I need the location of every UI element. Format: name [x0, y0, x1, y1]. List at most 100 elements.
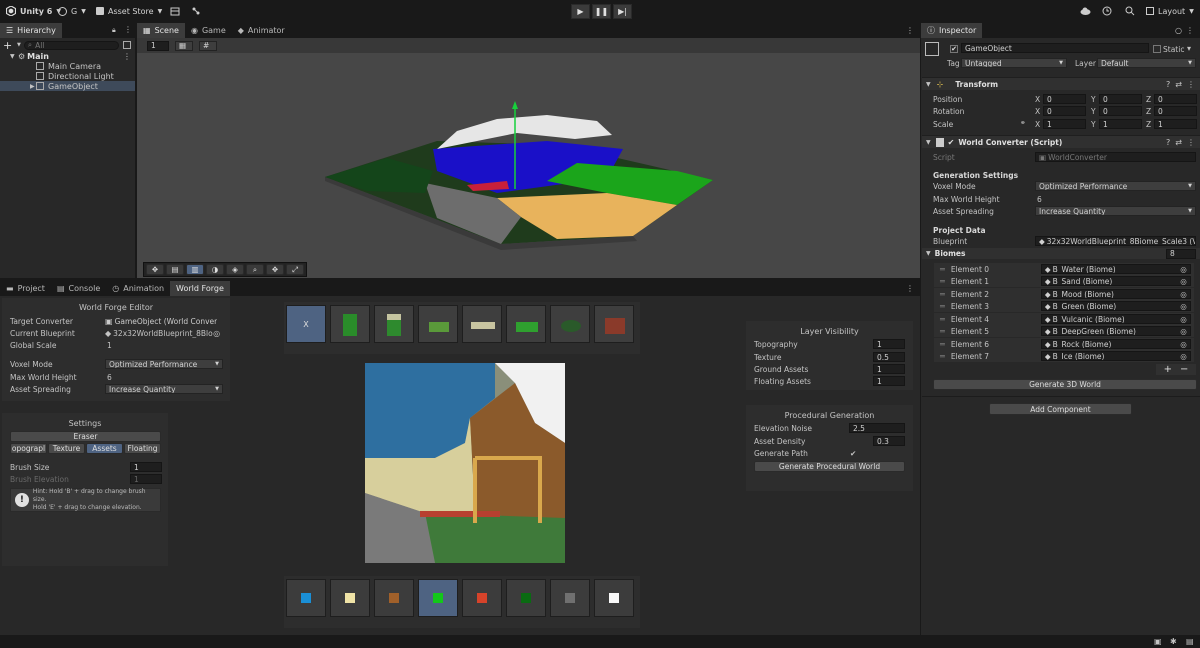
asset-tile-tree-2[interactable]	[374, 305, 414, 343]
zoom-icon[interactable]: ⌕	[246, 264, 264, 275]
blueprint-paint-grid[interactable]	[365, 363, 565, 563]
hierarchy-search-input[interactable]: ⌕ All	[23, 40, 119, 50]
palette-swatch-vulcanic[interactable]	[462, 579, 502, 617]
biome-element-0[interactable]: ═ Element 0 ◆ B_Water (Biome) ◎	[934, 263, 1194, 275]
topography-field[interactable]: 1	[873, 339, 905, 349]
asset-tile-none[interactable]: X	[286, 305, 326, 343]
remove-element-icon[interactable]: −	[1180, 364, 1188, 375]
more-options-icon[interactable]: ⋮	[1187, 138, 1195, 147]
more-options-icon[interactable]: ⋮	[124, 25, 132, 34]
preset-icon[interactable]: ⇄	[1175, 80, 1182, 89]
grid-dropdown[interactable]: #	[199, 40, 217, 51]
lock-icon[interactable]: 🔒︎	[112, 26, 116, 35]
tab-project[interactable]: ▬ Project	[0, 281, 51, 296]
object-picker-icon[interactable]: ◎	[1180, 290, 1187, 298]
drag-handle-icon[interactable]: ═	[940, 315, 945, 324]
global-scale-value[interactable]: 1	[107, 341, 112, 350]
element-field[interactable]: ◆ B_Water (Biome) ◎	[1040, 264, 1191, 274]
biome-element-4[interactable]: ═ Element 4 ◆ B_Vulcanic (Biome) ◎	[934, 313, 1194, 325]
rotation-y-field[interactable]: 0	[1099, 106, 1142, 116]
tab-animator[interactable]: ◆ Animator	[232, 23, 291, 38]
fullscreen-icon[interactable]: ⤢	[286, 264, 304, 275]
scale-x-field[interactable]: 1	[1043, 119, 1086, 129]
object-picker-icon[interactable]: ◎	[1180, 302, 1187, 310]
voxel-mode-dropdown[interactable]: Optimized Performance ▼	[105, 359, 223, 369]
history-icon[interactable]	[1102, 4, 1112, 18]
search-icon[interactable]	[1125, 4, 1135, 18]
asset-tile-bush[interactable]	[550, 305, 590, 343]
draw-mode-dropdown[interactable]: ▦	[175, 40, 193, 51]
lock-icon[interactable]: ○	[1175, 26, 1182, 35]
object-picker-icon[interactable]: ◎	[213, 329, 220, 338]
asset-density-field[interactable]: 0.3	[873, 436, 905, 446]
tab-animation[interactable]: ◷ Animation	[106, 281, 170, 296]
layers-icon[interactable]: ◈	[226, 264, 244, 275]
more-options-icon[interactable]: ⋮	[906, 26, 914, 35]
generate-3d-world-button[interactable]: Generate 3D World	[933, 379, 1197, 390]
palette-swatch-rock[interactable]	[550, 579, 590, 617]
rotation-x-field[interactable]: 0	[1043, 106, 1086, 116]
tab-floating[interactable]: Floating	[124, 443, 161, 454]
element-field[interactable]: ◆ B_DeepGreen (Biome) ◎	[1040, 326, 1191, 336]
tab-topography[interactable]: opograpl	[10, 443, 47, 454]
element-field[interactable]: ◆ B_Green (Biome) ◎	[1040, 301, 1191, 311]
layer-dropdown[interactable]: Default ▼	[1097, 58, 1196, 68]
add-icon[interactable]: +	[3, 39, 17, 52]
position-z-field[interactable]: 0	[1154, 94, 1197, 104]
account-button[interactable]: G ▼	[58, 4, 86, 18]
link-scale-icon[interactable]: ⚭	[1020, 119, 1026, 127]
static-checkbox[interactable]	[1153, 45, 1161, 53]
asset-tile-animals[interactable]	[462, 305, 502, 343]
asset-tile-hut[interactable]	[594, 305, 634, 343]
floating-assets-field[interactable]: 1	[873, 376, 905, 386]
object-name-field[interactable]: GameObject	[961, 43, 1149, 53]
tab-assets[interactable]: Assets	[86, 443, 123, 454]
bug-icon[interactable]: ✱	[1170, 637, 1177, 646]
more-options-icon[interactable]: ⋮	[123, 52, 131, 61]
paint-tool-icon[interactable]: ▥	[186, 264, 204, 275]
chevron-down-icon[interactable]: ▾	[1187, 44, 1191, 53]
element-field[interactable]: ◆ B_Vulcanic (Biome) ◎	[1040, 314, 1191, 324]
ground-assets-field[interactable]: 1	[873, 364, 905, 374]
hierarchy-item-gameobject[interactable]: ▶ GameObject	[0, 81, 135, 91]
shading-icon[interactable]: ◑	[206, 264, 224, 275]
scene-root-row[interactable]: ▼ ⚙ Main ⋮	[10, 51, 135, 61]
layout-dropdown[interactable]: Layout ▼	[1146, 4, 1194, 18]
asset-tile-tree-1[interactable]	[330, 305, 370, 343]
add-component-button[interactable]: Add Component	[989, 403, 1132, 415]
biomes-count-field[interactable]: 8	[1166, 248, 1196, 259]
blueprint-field[interactable]: ◆ 32x32WorldBlueprint_8Biome_Scale3 (V	[1035, 236, 1196, 246]
drag-handle-icon[interactable]: ═	[940, 352, 945, 361]
help-icon[interactable]: ?	[1166, 80, 1170, 89]
drag-handle-icon[interactable]: ═	[940, 265, 945, 274]
chevron-down-icon[interactable]: ▼	[17, 42, 21, 48]
palette-swatch-green[interactable]	[418, 579, 458, 617]
palette-swatch-water[interactable]	[286, 579, 326, 617]
drag-handle-icon[interactable]: ═	[940, 302, 945, 311]
max-world-height-value[interactable]: 6	[1037, 195, 1042, 204]
max-world-height-value[interactable]: 6	[107, 373, 112, 382]
notification-icon[interactable]: ▤	[1186, 637, 1194, 646]
pause-button[interactable]: ❚❚	[592, 4, 611, 19]
hierarchy-item-main-camera[interactable]: Main Camera	[36, 61, 101, 71]
rotation-z-field[interactable]: 0	[1154, 106, 1197, 116]
step-button[interactable]: ▶|	[613, 4, 632, 19]
help-icon[interactable]: ?	[1166, 138, 1170, 147]
object-picker-icon[interactable]: ◎	[1180, 277, 1187, 285]
biomes-list-header[interactable]: ▼ Biomes 8	[922, 248, 1200, 259]
biome-element-2[interactable]: ═ Element 2 ◆ B_Mood (Biome) ◎	[934, 288, 1194, 300]
package-icon[interactable]	[170, 4, 180, 18]
scale-z-field[interactable]: 1	[1154, 119, 1197, 129]
element-field[interactable]: ◆ B_Mood (Biome) ◎	[1040, 289, 1191, 299]
tab-game[interactable]: ◉ Game	[185, 23, 232, 38]
search-filter-icon[interactable]	[122, 41, 131, 49]
object-picker-icon[interactable]: ◎	[1180, 315, 1187, 323]
object-picker-icon[interactable]: ◎	[1180, 265, 1187, 273]
palette-swatch-ice[interactable]	[594, 579, 634, 617]
element-field[interactable]: ◆ B_Ice (Biome) ◎	[1040, 351, 1191, 361]
drag-handle-icon[interactable]: ═	[940, 290, 945, 299]
play-button[interactable]: ▶	[571, 4, 590, 19]
asset-store-button[interactable]: Asset Store ▼	[96, 4, 162, 18]
tab-console[interactable]: ▤ Console	[51, 281, 106, 296]
hierarchy-item-directional-light[interactable]: Directional Light	[36, 71, 114, 81]
